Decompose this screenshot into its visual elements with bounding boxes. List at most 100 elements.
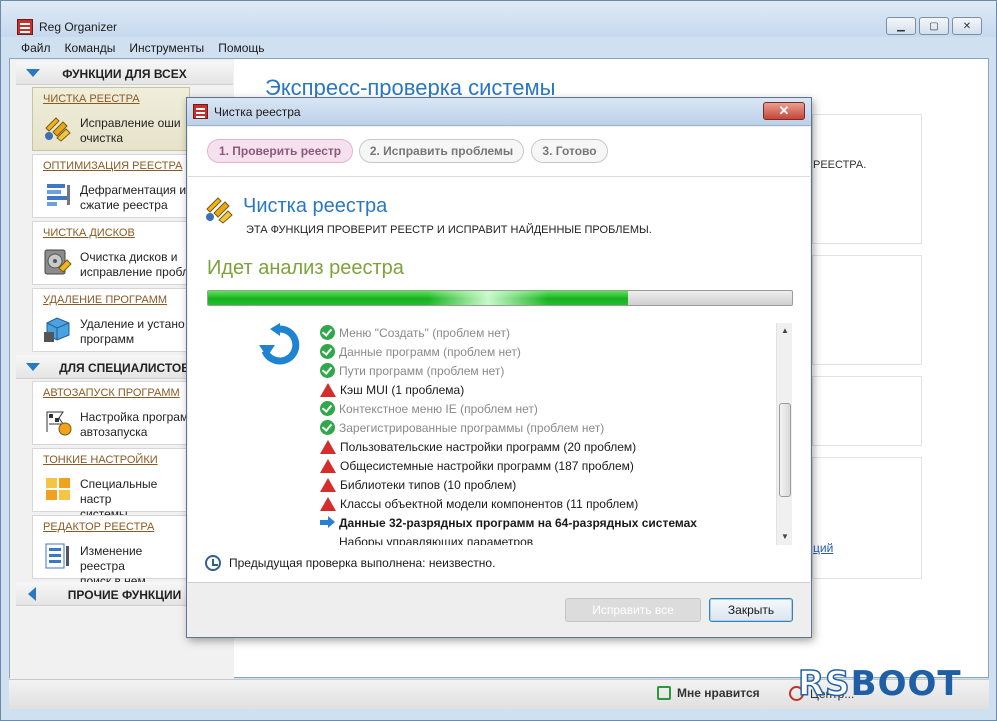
like-button[interactable]: Мне нравится [657, 686, 760, 700]
log-row: Контекстное меню IE (проблем нет) [320, 399, 775, 418]
dialog-body: 1. Проверить реестр 2. Исправить проблем… [188, 127, 810, 582]
log-row-text: Данные 32-разрядных программ на 64-разря… [339, 515, 697, 530]
nav-card-text: Исправление оши очистка [80, 116, 181, 145]
log-row: Наборы управляющих параметров [320, 532, 775, 546]
log-row: Библиотеки типов (10 проблем) [320, 475, 775, 494]
module-title: Чистка реестра [243, 195, 388, 217]
log-row: Зарегистрированные программы (проблем не… [320, 418, 775, 437]
dialog-footer: Исправить все Закрыть [188, 582, 810, 637]
log-row: Пользовательские настройки программ (20 … [320, 437, 775, 456]
log-row-text: Данные программ (проблем нет) [339, 344, 521, 359]
registry-editor-icon [45, 543, 69, 569]
log-row-text: Пути программ (проблем нет) [339, 363, 505, 378]
nav-card-registry-editor[interactable]: РЕДАКТОР РЕЕСТРА Изменение реестра поиск… [32, 515, 190, 588]
app-icon [17, 19, 33, 35]
log-row: Данные 32-разрядных программ на 64-разря… [320, 513, 775, 532]
progress-fill [208, 291, 629, 305]
close-dialog-button[interactable]: Закрыть [709, 598, 793, 622]
nav-card-title[interactable]: ТОНКИЕ НАСТРОЙКИ [43, 454, 158, 466]
check-icon [320, 401, 335, 416]
window-controls: ▁ ▢ ✕ [886, 17, 982, 35]
disk-clean-icon [44, 249, 72, 275]
check-icon [320, 325, 335, 340]
refresh-icon [259, 323, 300, 365]
wizard-steps: 1. Проверить реестр 2. Исправить проблем… [188, 127, 810, 177]
previous-check-info: Предыдущая проверка выполнена: неизвестн… [205, 555, 495, 571]
log-row-text: Библиотеки типов (10 проблем) [340, 477, 517, 492]
progress-bar [207, 290, 793, 306]
dialog-title-bar: Чистка реестра ✕ [187, 98, 811, 126]
nav-card-text: Очистка дисков и исправление пробл [80, 250, 189, 279]
warning-icon [320, 439, 336, 454]
log-row-text: Общесистемные настройки программ (187 пр… [340, 458, 634, 473]
maximize-button[interactable]: ▢ [919, 17, 949, 35]
log-row-text: Кэш MUI (1 проблема) [340, 382, 465, 397]
nav-card-tweaks[interactable]: ТОНКИЕ НАСТРОЙКИ Специальные настр систе… [32, 448, 190, 521]
express-card [812, 255, 922, 365]
nav-card-title[interactable]: ОПТИМИЗАЦИЯ РЕЕСТРА [43, 160, 182, 172]
analysis-title: Идет анализ реестра [207, 257, 404, 279]
section-header-all[interactable]: ФУНКЦИИ ДЛЯ ВСЕХ [16, 61, 233, 85]
scan-log-list: Меню "Создать" (проблем нет) Данные прогр… [320, 323, 775, 545]
previous-check-text: Предыдущая проверка выполнена: неизвестн… [229, 556, 496, 570]
autorun-icon [46, 411, 72, 436]
nav-card-title[interactable]: ЧИСТКА РЕЕСТРА [43, 93, 140, 105]
nav-card-title[interactable]: УДАЛЕНИЕ ПРОГРАММ [43, 294, 167, 306]
uninstall-icon [44, 317, 70, 342]
tweaks-icon [46, 478, 70, 500]
express-card-link[interactable]: ций [813, 541, 833, 555]
log-scrollbar[interactable]: ▲ ▼ [776, 323, 792, 545]
registry-clean-icon [206, 197, 233, 224]
close-button[interactable]: ✕ [952, 17, 982, 35]
menu-tools[interactable]: Инструменты [129, 39, 204, 57]
warning-icon [320, 382, 336, 397]
nav-card-registry-optimize[interactable]: ОПТИМИЗАЦИЯ РЕЕСТРА Дефрагментация и сжа… [32, 154, 190, 218]
blank-icon [320, 534, 335, 545]
check-icon [320, 363, 335, 378]
nav-card-title[interactable]: ЧИСТКА ДИСКОВ [43, 227, 135, 239]
log-row: Общесистемные настройки программ (187 пр… [320, 456, 775, 475]
nav-card-title[interactable]: АВТОЗАПУСК ПРОГРАММ [43, 387, 180, 399]
warning-icon [320, 477, 336, 492]
log-row: Меню "Создать" (проблем нет) [320, 323, 775, 342]
nav-card-text: Настройка програм автозапуска [80, 410, 189, 439]
dialog-close-button[interactable]: ✕ [763, 102, 805, 120]
scroll-up-icon[interactable]: ▲ [777, 323, 793, 339]
registry-clean-icon [45, 117, 71, 142]
nav-card-text: Дефрагментация и сжатие реестра [80, 183, 187, 212]
log-row-text: Меню "Создать" (проблем нет) [339, 325, 511, 340]
express-card [812, 376, 922, 446]
menu-file[interactable]: Файл [21, 39, 51, 57]
express-card [812, 114, 922, 244]
log-row: Пути программ (проблем нет) [320, 361, 775, 380]
log-row: Кэш MUI (1 проблема) [320, 380, 775, 399]
nav-card-disk-clean[interactable]: ЧИСТКА ДИСКОВ Очистка дисков и исправлен… [32, 221, 190, 285]
minimize-button[interactable]: ▁ [886, 17, 916, 35]
scroll-down-icon[interactable]: ▼ [777, 529, 793, 545]
like-label: Мне нравится [677, 686, 760, 700]
arrow-right-icon [320, 515, 335, 530]
title-bar: Reg Organizer ▁ ▢ ✕ [1, 1, 996, 37]
menu-bar: Файл Команды Инструменты Помощь [9, 39, 989, 57]
fix-all-button[interactable]: Исправить все [565, 598, 701, 622]
nav-card-uninstall[interactable]: УДАЛЕНИЕ ПРОГРАММ Удаление и устано прог… [32, 288, 190, 352]
module-description: ЭТА ФУНКЦИЯ ПРОВЕРИТ РЕЕСТР И ИСПРАВИТ Н… [246, 224, 652, 236]
watermark-rs: RS [797, 663, 851, 705]
nav-card-autorun[interactable]: АВТОЗАПУСК ПРОГРАММ Настройка програм ав… [32, 381, 190, 445]
express-card-text: РЕЕСТРА. [813, 159, 867, 171]
express-card [812, 457, 922, 579]
watermark-logo: RSBOOT [797, 663, 962, 705]
log-row-text: Зарегистрированные программы (проблем не… [339, 420, 605, 435]
menu-commands[interactable]: Команды [65, 39, 116, 57]
log-row: Классы объектной модели компонентов (11 … [320, 494, 775, 513]
nav-card-registry-clean[interactable]: ЧИСТКА РЕЕСТРА Исправление оши очистка [32, 87, 190, 151]
check-icon [320, 420, 335, 435]
nav-card-title[interactable]: РЕДАКТОР РЕЕСТРА [43, 521, 154, 533]
thumbs-up-icon [657, 686, 671, 700]
warning-icon [320, 458, 336, 473]
warning-icon [320, 496, 336, 511]
step-check: 1. Проверить реестр [207, 139, 353, 163]
scroll-thumb[interactable] [779, 403, 791, 497]
app-title: Reg Organizer [39, 20, 118, 34]
menu-help[interactable]: Помощь [218, 39, 264, 57]
